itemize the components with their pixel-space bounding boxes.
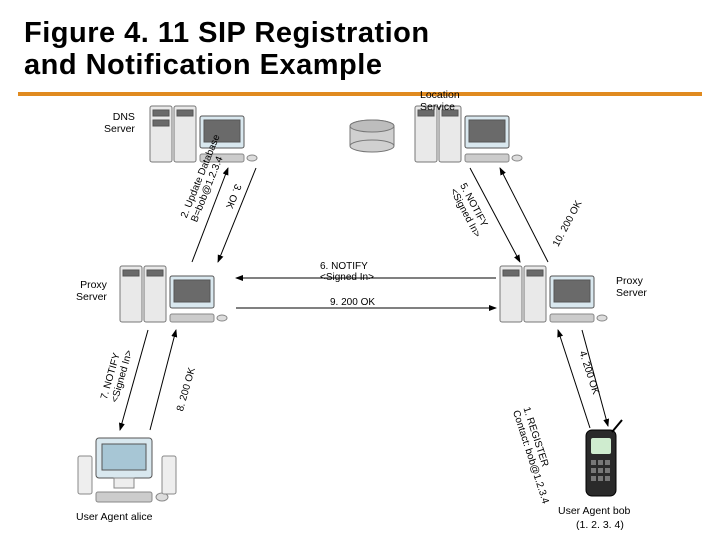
diagram-svg: [0, 98, 720, 540]
figure-title-line1: Figure 4. 11 SIP Registration: [24, 18, 696, 50]
user-agent-bob-icon: [586, 420, 622, 496]
diagram-stage: DNS Server Location Service Proxy Server…: [0, 98, 720, 540]
figure-title-line2: and Notification Example: [24, 50, 696, 82]
dns-label: DNS Server: [104, 112, 135, 135]
title-underline: [18, 92, 702, 96]
location-disk-icon: [350, 120, 394, 152]
location-label: Location Service: [420, 90, 460, 113]
bob-label: User Agent bob: [558, 506, 630, 518]
alice-label: User Agent alice: [76, 512, 152, 524]
proxy-left-label: Proxy Server: [76, 280, 107, 303]
proxy-right-icon: [500, 266, 607, 322]
msg-9: 9. 200 OK: [330, 298, 375, 309]
proxy-left-icon: [120, 266, 227, 322]
location-service-icon: [415, 106, 522, 162]
msg-6: 6. NOTIFY <Signed In>: [320, 262, 374, 283]
user-agent-alice-icon: [78, 438, 176, 502]
proxy-right-label: Proxy Server: [616, 276, 647, 299]
bob-ip-label: (1. 2. 3. 4): [576, 520, 624, 532]
